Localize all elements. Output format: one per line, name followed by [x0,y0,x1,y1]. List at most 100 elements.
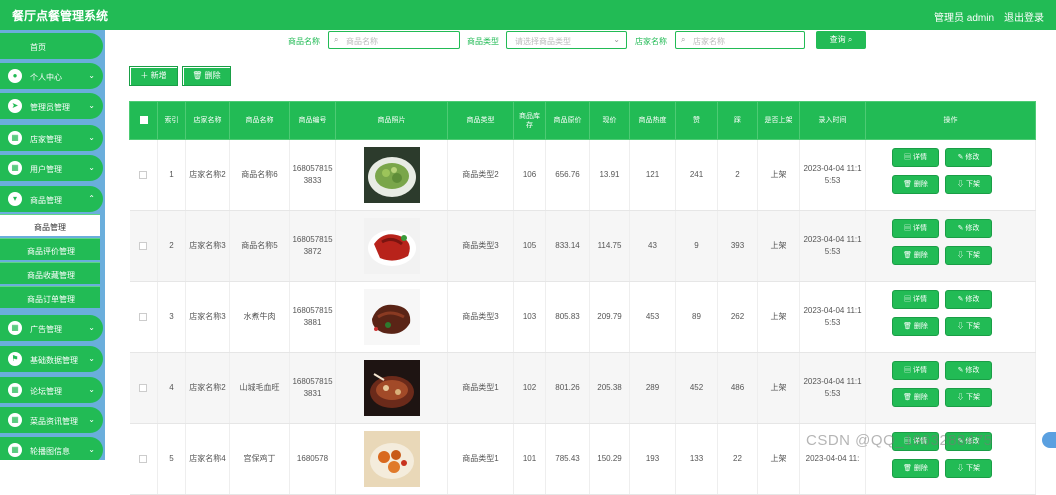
sidebar-subitem-goods-manage[interactable]: 商品管理 [0,214,100,236]
chevron-down-icon: ⌄ [88,354,95,363]
cell-time: 2023-04-04 11:15:53 [799,281,866,353]
cell-orig-price: 801.26 [545,352,590,424]
sidebar-item-carousel[interactable]: ▦ 轮播图信息 ⌄ [0,437,103,460]
column-header: 赞 [675,101,718,140]
row-delete-button[interactable]: 🗑 删除 [892,317,939,336]
off-shelf-button[interactable]: ⇩ 下架 [945,388,992,407]
cell-shop: 店家名称2 [185,352,230,424]
chevron-down-icon: ⌄ [613,35,620,44]
row-checkbox[interactable] [129,352,158,424]
cell-stock: 101 [513,423,546,495]
select-all-checkbox[interactable] [129,101,158,140]
watermark: CSDN @QQ_1963288475 [806,432,993,449]
grid-icon: ▦ [8,321,22,335]
table-row: 4 店家名称2 山城毛血旺 1680578153831 商品类型1 102 80… [129,352,1036,424]
column-header: 现价 [589,101,630,140]
sidebar-item-basedata[interactable]: ⚑ 基础数据管理 ⌄ [0,346,103,372]
column-header: 商品编号 [289,101,336,140]
search-icon: ⌕ [681,35,686,44]
cell-ops: ▤ 详情 ✎ 修改 🗑 删除 ⇩ 下架 [865,139,1036,211]
edit-button[interactable]: ✎ 修改 [945,290,992,309]
row-checkbox[interactable] [129,281,158,353]
sidebar-item-shop[interactable]: ▦ 店家管理 ⌄ [0,125,103,151]
current-user: 管理员 admin [934,13,995,24]
cell-price: 209.79 [589,281,630,353]
sidebar-subitem-goods-review[interactable]: 商品评价管理 [0,238,100,260]
cell-index: 5 [157,423,186,495]
logout-link[interactable]: 退出登录 [1004,9,1044,24]
chevron-up-icon: ⌃ [88,194,95,203]
detail-button[interactable]: ▤ 详情 [892,361,939,380]
column-header: 索引 [157,101,186,140]
sidebar-item-users[interactable]: ▦ 用户管理 ⌄ [0,155,103,181]
cell-stock: 102 [513,352,546,424]
edit-button[interactable]: ✎ 修改 [945,148,992,167]
edit-button[interactable]: ✎ 修改 [945,219,992,238]
sidebar-item-news[interactable]: ▦ 菜品资讯管理 ⌄ [0,407,103,433]
column-header: 店家名称 [185,101,230,140]
cell-code: 1680578 [289,423,336,495]
cell-type: 商品类型2 [447,139,514,211]
detail-button[interactable]: ▤ 详情 [892,290,939,309]
add-button[interactable]: ＋ 新增 [129,66,178,86]
row-checkbox[interactable] [129,423,158,495]
cell-name: 水煮牛肉 [229,281,290,353]
cell-index: 1 [157,139,186,211]
cell-down: 22 [717,423,758,495]
off-shelf-button[interactable]: ⇩ 下架 [945,317,992,336]
cell-onsale: 上架 [757,210,800,282]
grid-icon: ▦ [8,413,22,427]
detail-button[interactable]: ▤ 详情 [892,148,939,167]
cell-photo [335,281,448,353]
chevron-down-icon: ⌄ [88,71,95,80]
detail-button[interactable]: ▤ 详情 [892,219,939,238]
sidebar-item-profile[interactable]: ● 个人中心 ⌄ [0,63,103,89]
column-header: 踩 [717,101,758,140]
sidebar-item-admin[interactable]: ➤ 管理员管理 ⌄ [0,93,103,119]
sidebar-subitem-goods-order[interactable]: 商品订单管理 [0,286,100,308]
chevron-down-icon: ⌄ [88,445,95,454]
delete-button[interactable]: 🗑 删除 [182,66,231,86]
column-header: 商品类型 [447,101,514,140]
cell-stock: 105 [513,210,546,282]
column-header: 商品照片 [335,101,448,140]
float-button[interactable] [1042,432,1056,448]
cell-name: 山城毛血旺 [229,352,290,424]
row-checkbox[interactable] [129,139,158,211]
sidebar-item-home[interactable]: 首页 [0,33,103,59]
send-icon: ➤ [8,99,22,113]
cell-down: 393 [717,210,758,282]
sidebar-item-ads[interactable]: ▦ 广告管理 ⌄ [0,315,103,341]
cell-index: 3 [157,281,186,353]
off-shelf-button[interactable]: ⇩ 下架 [945,246,992,265]
cell-code: 1680578153831 [289,352,336,424]
dish-photo [363,147,420,203]
row-delete-button[interactable]: 🗑 删除 [892,388,939,407]
sidebar-item-forum[interactable]: ▦ 论坛管理 ⌄ [0,377,103,403]
shop-name-input[interactable]: ⌕ 店家名称 [675,31,805,49]
off-shelf-button[interactable]: ⇩ 下架 [945,175,992,194]
search-icon: ⌕ [334,35,339,44]
sidebar-subitem-goods-favorite[interactable]: 商品收藏管理 [0,262,100,284]
edit-button[interactable]: ✎ 修改 [945,361,992,380]
row-delete-button[interactable]: 🗑 删除 [892,459,939,478]
cell-hot: 193 [629,423,676,495]
goods-type-select[interactable]: 请选择商品类型 ⌄ [506,31,627,49]
grid-icon: ▦ [8,443,22,457]
chevron-down-icon: ⌄ [88,101,95,110]
column-header: 是否上架 [757,101,800,140]
cell-code: 1680578153833 [289,139,336,211]
goods-name-input[interactable]: ⌕ 商品名称 [328,31,460,49]
column-header: 商品热度 [629,101,676,140]
cell-stock: 103 [513,281,546,353]
cell-orig-price: 785.43 [545,423,590,495]
sidebar-item-goods[interactable]: ▾ 商品管理 ⌃ [0,186,103,212]
goods-name-label: 商品名称 [288,37,320,46]
off-shelf-button[interactable]: ⇩ 下架 [945,459,992,478]
cell-code: 1680578153881 [289,281,336,353]
search-button[interactable]: 查询 ⌕ [816,31,866,49]
row-checkbox[interactable] [129,210,158,282]
cell-up: 241 [675,139,718,211]
row-delete-button[interactable]: 🗑 删除 [892,175,939,194]
row-delete-button[interactable]: 🗑 删除 [892,246,939,265]
